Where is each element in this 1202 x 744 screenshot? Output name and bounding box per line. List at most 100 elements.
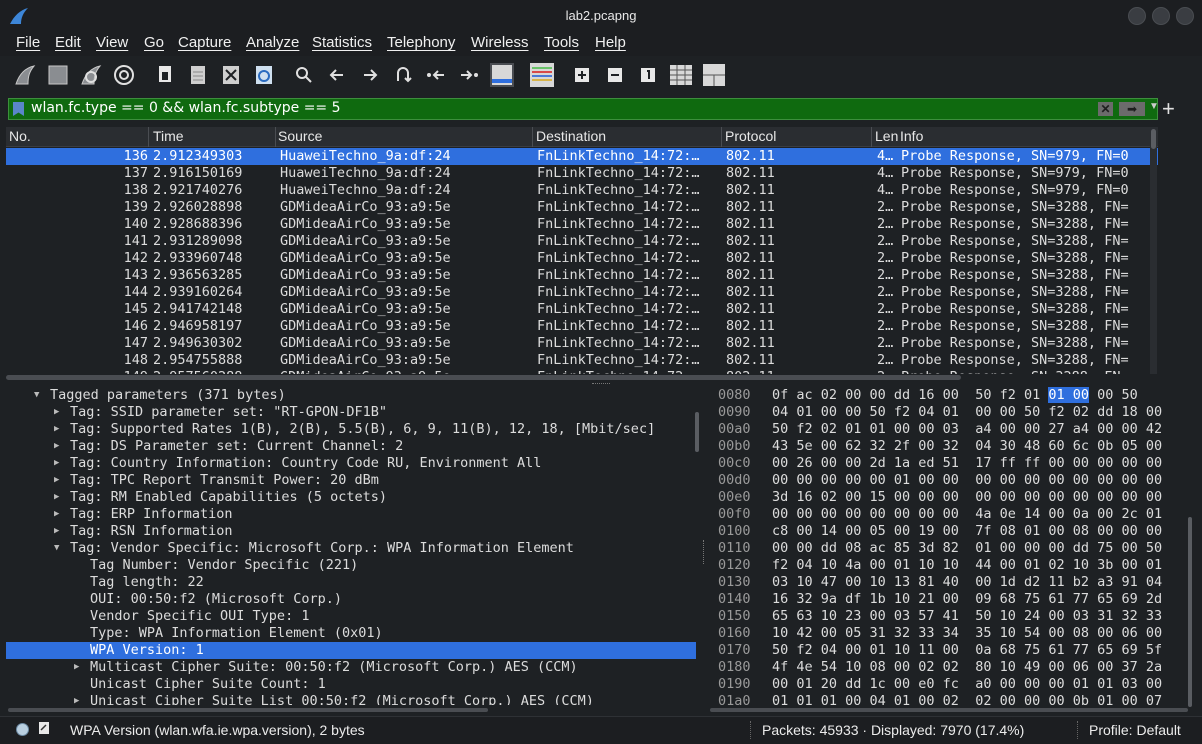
normal-size-icon[interactable]	[635, 62, 661, 88]
restart-icon[interactable]	[78, 62, 104, 88]
detail-tree-item[interactable]: ▶ Tag: SSID parameter set: "RT-GPON-DF1B"	[6, 404, 696, 421]
reload-icon[interactable]	[251, 62, 277, 88]
menu-file[interactable]: File	[16, 34, 40, 51]
save-file-icon[interactable]	[185, 62, 211, 88]
hex-row[interactable]: 0130 03 10 47 00 10 13 81 40 00 1d d2 11 …	[710, 574, 1188, 591]
column-header-source[interactable]: Source	[278, 128, 322, 144]
collapsed-arrow-icon[interactable]: ▶	[54, 441, 59, 451]
menu-capture[interactable]: Capture	[178, 34, 231, 51]
detail-tree-item[interactable]: ▶ Multicast Cipher Suite: 00:50:f2 (Micro…	[6, 659, 696, 676]
zoom-in-icon[interactable]	[569, 62, 595, 88]
menu-telephony[interactable]: Telephony	[387, 34, 455, 51]
detail-tree-item[interactable]: ▶ Tag: ERP Information	[6, 506, 696, 523]
find-icon[interactable]	[291, 62, 317, 88]
bookmark-icon[interactable]	[13, 102, 24, 116]
filter-text[interactable]: wlan.fc.type == 0 && wlan.fc.subtype == …	[31, 100, 341, 116]
menu-view[interactable]: View	[96, 34, 128, 51]
menu-wireless[interactable]: Wireless	[471, 34, 529, 51]
first-packet-icon[interactable]	[423, 62, 449, 88]
detail-tree-item[interactable]: ▶ Unicast Cipher Suite List 00:50:f2 (Mic…	[6, 693, 696, 705]
status-profile[interactable]: Profile: Default	[1089, 722, 1181, 738]
hex-row[interactable]: 0170 50 f2 04 00 01 10 11 00 0a 68 75 61 …	[710, 642, 1188, 659]
hex-row[interactable]: 00a0 50 f2 02 01 01 00 00 03 a4 00 00 27 …	[710, 421, 1188, 438]
menu-tools[interactable]: Tools	[544, 34, 579, 51]
detail-tree-item[interactable]: ▶ Tag: TPC Report Transmit Power: 20 dBm	[6, 472, 696, 489]
filter-dropdown-icon[interactable]: ▼	[1149, 101, 1159, 112]
close-button[interactable]	[1176, 7, 1194, 25]
packet-row[interactable]: 141 2.931289098 GDMideaAirCo_93:a9:5e FnLin…	[6, 233, 1158, 250]
shark-fin-start-icon[interactable]	[12, 62, 38, 88]
packet-row[interactable]: 148 2.954755888 GDMideaAirCo_93:a9:5e FnLin…	[6, 352, 1158, 369]
forward-arrow-icon[interactable]	[357, 62, 383, 88]
packet-row[interactable]: 142 2.933960748 GDMideaAirCo_93:a9:5e FnLin…	[6, 250, 1158, 267]
open-file-icon[interactable]	[152, 62, 178, 88]
expert-info-icon[interactable]	[16, 723, 29, 736]
detail-tree-item[interactable]: ▼ Tag: Vendor Specific: Microsoft Corp.: …	[6, 540, 696, 557]
menu-edit[interactable]: Edit	[55, 34, 81, 51]
last-packet-icon[interactable]	[456, 62, 482, 88]
hex-row[interactable]: 00e0 3d 16 02 00 15 00 00 00 00 00 00 00 …	[710, 489, 1188, 506]
column-header-time[interactable]: Time	[153, 128, 184, 144]
detail-tree-item[interactable]: OUI: 00:50:f2 (Microsoft Corp.)	[6, 591, 696, 608]
hex-row[interactable]: 00b0 43 5e 00 62 32 2f 00 32 04 30 48 60 …	[710, 438, 1188, 455]
expanded-arrow-icon[interactable]: ▼	[34, 390, 39, 400]
packet-row[interactable]: 139 2.926028898 GDMideaAirCo_93:a9:5e FnLin…	[6, 199, 1158, 216]
go-to-packet-icon[interactable]	[390, 62, 416, 88]
column-header-info[interactable]: Info	[900, 128, 923, 144]
hex-row[interactable]: 0090 04 01 00 00 50 f2 04 01 00 00 50 f2 …	[710, 404, 1188, 421]
menu-go[interactable]: Go	[144, 34, 164, 51]
hex-row[interactable]: 0190 00 01 20 dd 1c 00 e0 fc a0 00 00 00 …	[710, 676, 1188, 693]
detail-tree-item[interactable]: ▶ Tag: DS Parameter set: Current Channel:…	[6, 438, 696, 455]
packet-bytes-pane[interactable]: 0080 0f ac 02 00 00 dd 16 00 50 f2 01 01 …	[710, 387, 1188, 705]
detail-tree-item[interactable]: ▶ Tag: Supported Rates 1(B), 2(B), 5.5(B)…	[6, 421, 696, 438]
packet-row[interactable]: 136 2.912349303 HuaweiTechno_9a:df:24 FnLin…	[6, 148, 1158, 165]
zoom-out-icon[interactable]	[602, 62, 628, 88]
resize-columns-icon[interactable]	[668, 62, 694, 88]
hex-row[interactable]: 00f0 00 00 00 00 00 00 00 00 4a 0e 14 00 …	[710, 506, 1188, 523]
detail-tree-item[interactable]: ▶ Tag: RM Enabled Capabilities (5 octets)	[6, 489, 696, 506]
minimize-button[interactable]	[1128, 7, 1146, 25]
bytes-hscrollbar[interactable]	[710, 707, 1188, 713]
hex-row[interactable]: 00c0 00 26 00 00 2d 1a ed 51 17 ff ff 00 …	[710, 455, 1188, 472]
autoscroll-icon[interactable]	[489, 62, 515, 88]
column-header-protocol[interactable]: Protocol	[725, 128, 776, 144]
details-hscrollbar[interactable]	[6, 707, 698, 713]
collapsed-arrow-icon[interactable]: ▶	[54, 509, 59, 519]
collapsed-arrow-icon[interactable]: ▶	[54, 475, 59, 485]
hex-row[interactable]: 0150 65 63 10 23 00 03 57 41 50 10 24 00 …	[710, 608, 1188, 625]
capture-options-icon[interactable]	[111, 62, 137, 88]
collapsed-arrow-icon[interactable]: ▶	[54, 407, 59, 417]
packet-row[interactable]: 138 2.921740276 HuaweiTechno_9a:df:24 FnLin…	[6, 182, 1158, 199]
add-filter-button-icon[interactable]: +	[1162, 96, 1175, 122]
hex-row[interactable]: 0120 f2 04 10 4a 00 01 10 10 44 00 01 02 …	[710, 557, 1188, 574]
detail-tree-item[interactable]: Type: WPA Information Element (0x01)	[6, 625, 696, 642]
detail-tree-item[interactable]: ▶ Tag: RSN Information	[6, 523, 696, 540]
hex-row[interactable]: 0180 4f 4e 54 10 08 00 02 02 80 10 49 00 …	[710, 659, 1188, 676]
packet-row[interactable]: 140 2.928688396 GDMideaAirCo_93:a9:5e FnLin…	[6, 216, 1158, 233]
collapsed-arrow-icon[interactable]: ▶	[54, 526, 59, 536]
collapsed-arrow-icon[interactable]: ▶	[74, 696, 79, 705]
detail-tree-item[interactable]: WPA Version: 1	[6, 642, 696, 659]
detail-tree-item[interactable]: ▼ Tagged parameters (371 bytes)	[6, 387, 696, 404]
close-file-icon[interactable]	[218, 62, 244, 88]
stop-icon[interactable]	[45, 62, 71, 88]
hex-row[interactable]: 0140 16 32 9a df 1b 10 21 00 09 68 75 61 …	[710, 591, 1188, 608]
capture-comments-icon[interactable]	[38, 721, 50, 735]
packet-row[interactable]: 147 2.949630302 GDMideaAirCo_93:a9:5e FnLin…	[6, 335, 1158, 352]
collapsed-arrow-icon[interactable]: ▶	[54, 492, 59, 502]
detail-tree-item[interactable]: Tag Number: Vendor Specific (221)	[6, 557, 696, 574]
expanded-arrow-icon[interactable]: ▼	[54, 543, 59, 553]
hex-row[interactable]: 00d0 00 00 00 00 00 01 00 00 00 00 00 00 …	[710, 472, 1188, 489]
detail-tree-item[interactable]: Unicast Cipher Suite Count: 1	[6, 676, 696, 693]
packet-list-hscrollbar[interactable]	[6, 374, 1158, 380]
hex-row[interactable]: 0100 c8 00 14 00 05 00 19 00 7f 08 01 00 …	[710, 523, 1188, 540]
menu-help[interactable]: Help	[595, 34, 626, 51]
packet-list[interactable]: No. Time Source Destination Protocol Len…	[6, 127, 1158, 374]
column-header-destination[interactable]: Destination	[536, 128, 606, 144]
display-filter-input[interactable]: wlan.fc.type == 0 && wlan.fc.subtype == …	[8, 98, 1159, 120]
hex-row[interactable]: 0080 0f ac 02 00 00 dd 16 00 50 f2 01 01 …	[710, 387, 1188, 404]
packet-row[interactable]: 144 2.939160264 GDMideaAirCo_93:a9:5e FnLin…	[6, 284, 1158, 301]
vertical-splitter[interactable]	[703, 540, 707, 564]
apply-filter-icon[interactable]: ➡	[1119, 102, 1145, 116]
collapsed-arrow-icon[interactable]: ▶	[74, 662, 79, 672]
